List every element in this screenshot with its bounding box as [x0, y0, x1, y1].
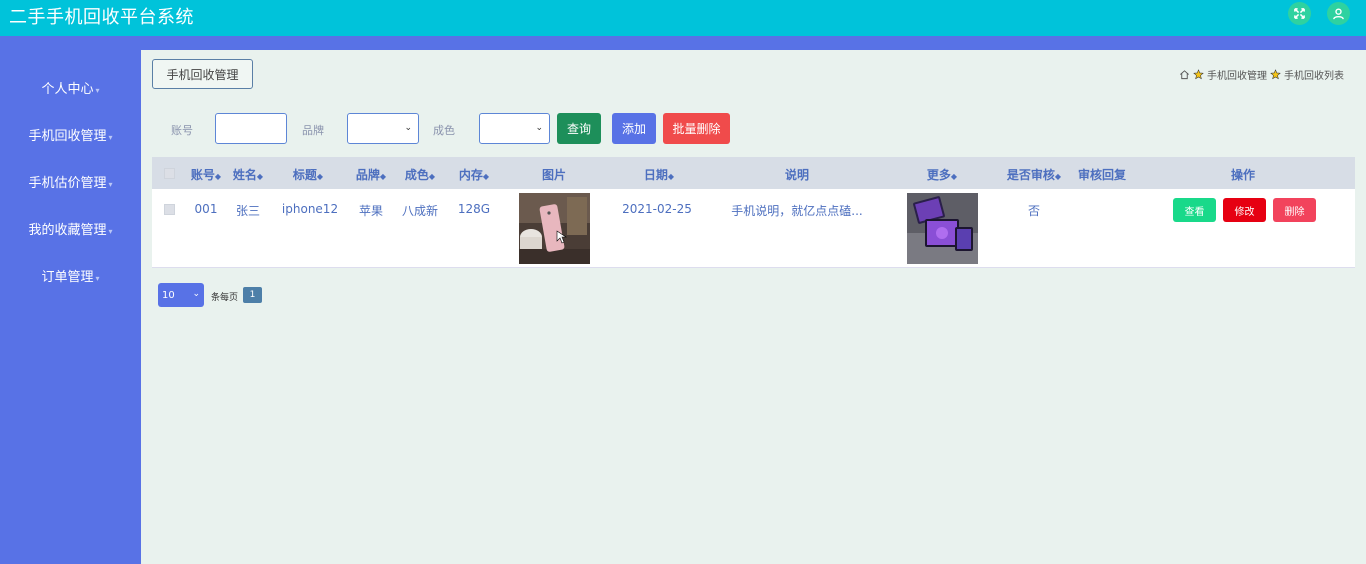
cell-description: 手机说明，就亿点点磕... [731, 204, 863, 218]
chevron-down-icon: ⌄ [535, 123, 543, 133]
cell-account: 001 [194, 202, 218, 216]
home-icon [1180, 70, 1189, 80]
table-header: 账号◆ 姓名◆ 标题◆ 品牌◆ 成色◆ 内存◆ 图片 日期◆ 说明 更多◆ 是否… [152, 157, 1355, 189]
sort-icon: ◆ [482, 172, 490, 181]
column-header-name[interactable]: 姓名◆ [230, 166, 266, 183]
module-tag[interactable]: 手机回收管理 [152, 59, 253, 89]
breadcrumb-item[interactable]: 手机回收管理 [1207, 67, 1267, 82]
phone-image[interactable] [519, 193, 590, 264]
column-header-memory[interactable]: 内存◆ [456, 166, 492, 183]
column-header-account[interactable]: 账号◆ [188, 166, 224, 183]
sort-icon: ◆ [1054, 172, 1062, 181]
condition-label: 成色 [433, 124, 455, 137]
cell-reviewed: 否 [1027, 204, 1040, 218]
add-button[interactable]: 添加 [612, 113, 656, 144]
column-header-reviewed[interactable]: 是否审核◆ [1002, 166, 1066, 183]
column-header-date[interactable]: 日期◆ [636, 166, 682, 183]
sort-icon: ◆ [667, 172, 675, 181]
batch-delete-button[interactable]: 批量删除 [663, 113, 730, 144]
chevron-down-icon: ▾ [108, 227, 113, 236]
sort-icon: ◆ [950, 172, 958, 181]
brand-label: 品牌 [302, 124, 324, 137]
sidebar-item-favorites[interactable]: 我的收藏管理 ▾ [0, 219, 141, 238]
per-page-label: 条每页 [211, 293, 239, 303]
chevron-down-icon: ▾ [108, 180, 113, 189]
row-checkbox[interactable] [164, 204, 175, 215]
view-button[interactable]: 查看 [1173, 198, 1216, 222]
breadcrumb-item: 手机回收列表 [1284, 71, 1344, 82]
cell-date: 2021-02-25 [622, 202, 692, 216]
sort-icon: ◆ [379, 172, 387, 181]
main-content: 手机回收管理 手机回收管理 手机回收列表 账号 品牌 ⌄ 成色 ⌄ 查询 添加 … [141, 50, 1366, 564]
chevron-down-icon: ▾ [108, 133, 113, 142]
sidebar-item-label: 手机估价管理 [28, 176, 107, 191]
account-label: 账号 [171, 124, 193, 137]
sort-icon: ◆ [428, 172, 436, 181]
sidebar: 个人中心 ▾ 手机回收管理 ▾ 手机估价管理 ▾ 我的收藏管理 ▾ 订单管理 ▾ [0, 50, 141, 564]
select-all-checkbox[interactable] [164, 168, 175, 179]
breadcrumb: 手机回收管理 手机回收列表 [1179, 67, 1344, 82]
cell-brand: 苹果 [358, 204, 383, 218]
sort-icon: ◆ [214, 172, 222, 181]
sort-icon: ◆ [316, 172, 324, 181]
chevron-down-icon: ⌄ [192, 289, 200, 299]
chevron-down-icon: ▾ [95, 274, 100, 283]
brand-select[interactable]: ⌄ [347, 113, 419, 144]
edit-button[interactable]: 修改 [1223, 198, 1266, 222]
column-header-title[interactable]: 标题◆ [290, 166, 326, 183]
sidebar-item-label: 手机回收管理 [28, 129, 107, 144]
table-row: 001 张三 iphone12 苹果 八成新 128G 2021-02-25 手… [152, 189, 1355, 268]
star-icon [1193, 69, 1204, 80]
column-header-condition[interactable]: 成色◆ [402, 166, 438, 183]
page-size-select[interactable]: 10 ⌄ [158, 283, 204, 307]
column-header-image: 图片 [541, 168, 566, 182]
sort-icon: ◆ [256, 172, 264, 181]
sidebar-item-phone-recycle[interactable]: 手机回收管理 ▾ [0, 125, 141, 144]
account-input[interactable] [215, 113, 287, 144]
cell-title: iphone12 [281, 202, 339, 216]
cell-condition: 八成新 [401, 204, 438, 218]
user-icon[interactable] [1327, 2, 1350, 25]
sidebar-item-label: 个人中心 [41, 82, 94, 97]
column-header-more[interactable]: 更多◆ [919, 166, 965, 183]
sidebar-item-label: 我的收藏管理 [28, 223, 107, 238]
column-header-actions: 操作 [1230, 168, 1255, 182]
more-image[interactable] [907, 193, 978, 264]
condition-select[interactable]: ⌄ [479, 113, 550, 144]
cell-name: 张三 [235, 204, 260, 218]
page-number-button[interactable]: 1 [243, 287, 262, 303]
delete-button[interactable]: 删除 [1273, 198, 1316, 222]
column-header-review-reply: 审核回复 [1077, 168, 1126, 182]
top-bar: 二手手机回收平台系统 [0, 0, 1366, 36]
column-header-brand[interactable]: 品牌◆ [353, 166, 389, 183]
sidebar-item-label: 订单管理 [41, 270, 94, 285]
sidebar-item-personal-center[interactable]: 个人中心 ▾ [0, 78, 141, 97]
fullscreen-icon[interactable] [1288, 2, 1311, 25]
top-strip [0, 36, 1366, 50]
star-icon [1270, 69, 1281, 80]
search-button[interactable]: 查询 [557, 113, 601, 144]
sidebar-item-orders[interactable]: 订单管理 ▾ [0, 266, 141, 285]
app-title: 二手手机回收平台系统 [9, 7, 194, 28]
sidebar-item-phone-valuation[interactable]: 手机估价管理 ▾ [0, 172, 141, 191]
column-header-description: 说明 [784, 168, 809, 182]
cell-memory: 128G [457, 202, 491, 216]
chevron-down-icon: ▾ [95, 86, 100, 95]
chevron-down-icon: ⌄ [404, 123, 412, 133]
